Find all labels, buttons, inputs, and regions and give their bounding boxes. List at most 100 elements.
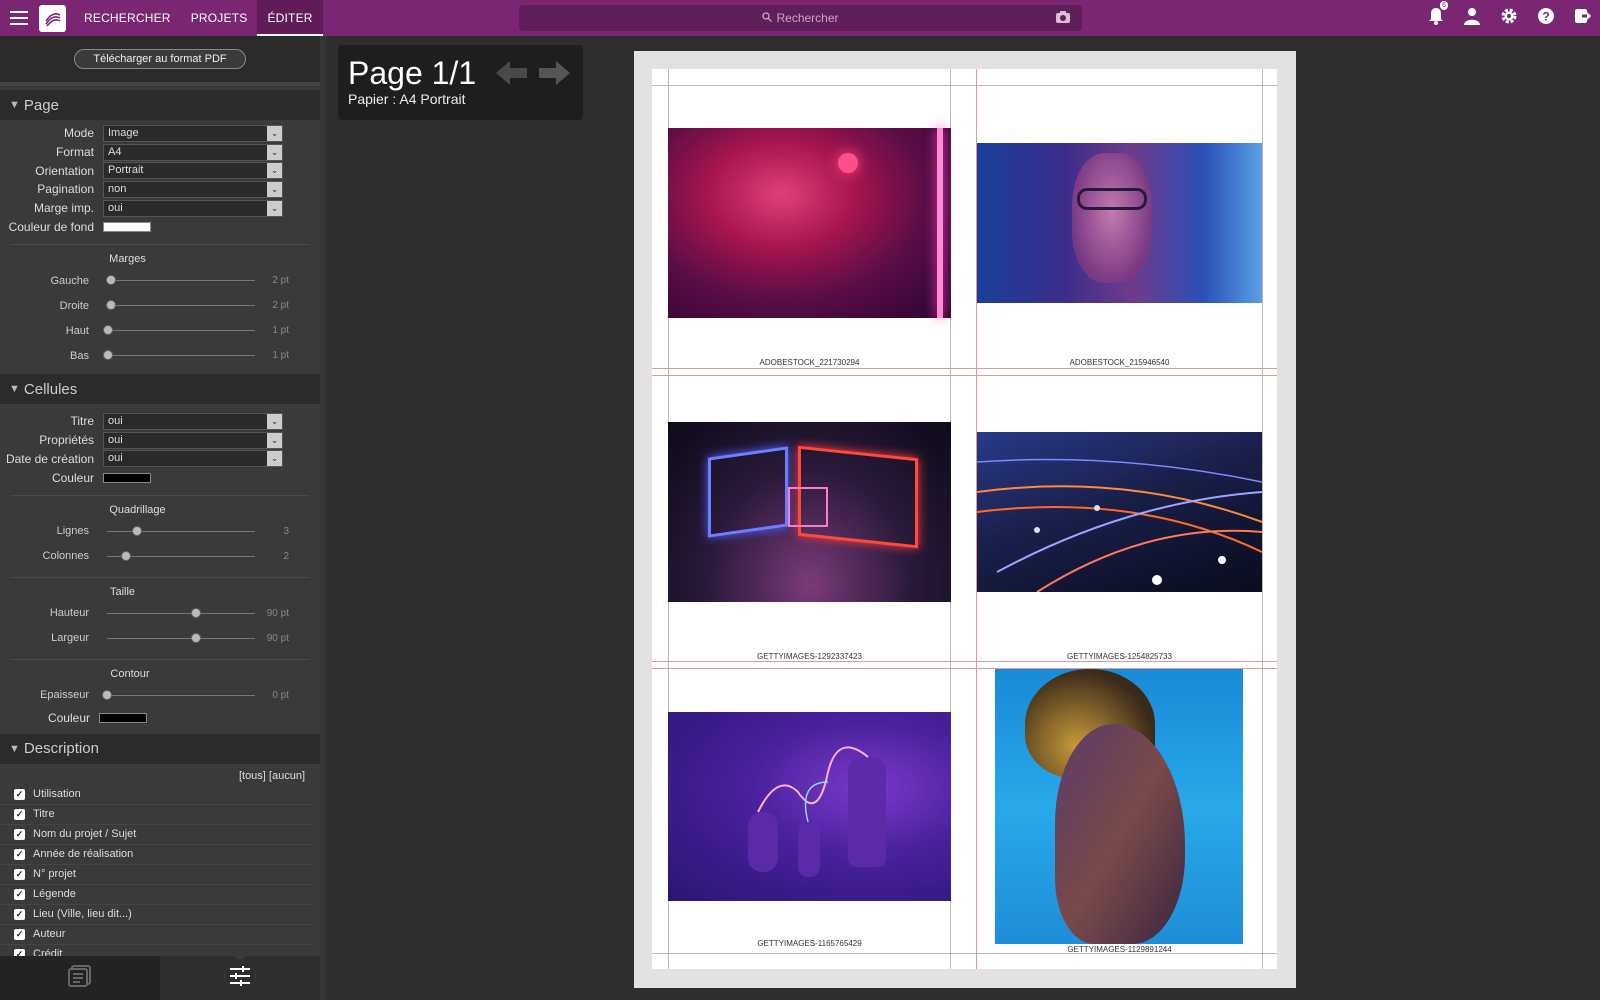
description-item[interactable]: ✓ Année de réalisation xyxy=(0,845,312,865)
photo-caption: ADOBESTOCK_221730294 xyxy=(759,358,860,367)
sidebar-scrollbar[interactable] xyxy=(320,36,326,1000)
description-item[interactable]: ✓ Auteur xyxy=(0,925,312,945)
photo-cell[interactable]: GETTYIMAGES-1254825733 xyxy=(977,376,1262,662)
slider-knob[interactable] xyxy=(190,632,201,643)
logout-icon[interactable] xyxy=(1574,7,1592,30)
pagination-select[interactable]: non ⌄ xyxy=(103,180,283,198)
slider-label: Droite xyxy=(59,299,89,312)
neon-frames-photo xyxy=(668,422,951,602)
slider-knob[interactable] xyxy=(103,350,114,361)
section-description-header[interactable]: ▼ Description xyxy=(0,733,320,764)
user-icon[interactable] xyxy=(1463,7,1481,30)
settings-sidebar: Télécharger au format PDF ▼ Page Mode Ima… xyxy=(0,36,320,1000)
description-item[interactable]: ✓ N° projet xyxy=(0,865,312,885)
border-title: Contour xyxy=(110,667,150,680)
notification-bell-icon[interactable]: 6 xyxy=(1428,0,1448,30)
section-page-header[interactable]: ▼ Page xyxy=(0,90,320,120)
slider-hauteur: Hauteur 90 pt xyxy=(0,601,320,626)
sidebar-tab-bar xyxy=(0,956,320,1000)
checkbox-checked-icon[interactable]: ✓ xyxy=(14,788,25,800)
photo-cell[interactable]: GETTYIMAGES-1292337423 xyxy=(668,376,951,662)
slider-track[interactable] xyxy=(107,550,255,561)
chevron-down-icon: ⌄ xyxy=(267,200,282,216)
slider-lignes: Lignes 3 xyxy=(0,519,320,544)
neon-vases-photo xyxy=(668,712,951,901)
search-icon xyxy=(762,11,773,25)
photo-cell[interactable]: ADOBESTOCK_215946540 xyxy=(977,69,1262,369)
chevron-down-icon: ⌄ xyxy=(267,451,282,467)
menu-icon[interactable] xyxy=(0,0,38,36)
description-item-label: N° projet xyxy=(33,868,76,881)
checkbox-checked-icon[interactable]: ✓ xyxy=(14,888,25,900)
nav-projets[interactable]: PROJETS xyxy=(181,0,258,36)
description-item[interactable]: ✓ Lieu (Ville, lieu dit...) xyxy=(0,905,312,925)
slider-track[interactable] xyxy=(107,607,255,618)
sheet: ADOBESTOCK_221730294 ADOBESTOCK_21594654… xyxy=(652,69,1277,969)
slider-knob[interactable] xyxy=(106,300,117,311)
description-item[interactable]: ✓ Titre xyxy=(0,805,312,825)
field-label: Pagination xyxy=(37,182,94,197)
light-streaks-photo xyxy=(977,432,1262,592)
slider-knob[interactable] xyxy=(131,525,142,536)
arrow-left-icon[interactable] xyxy=(494,59,530,92)
slider-knob[interactable] xyxy=(190,607,201,618)
slider-value: 0 pt xyxy=(272,689,289,701)
help-icon[interactable]: ? xyxy=(1537,7,1555,30)
format-select[interactable]: A4 ⌄ xyxy=(103,143,283,161)
slider-knob[interactable] xyxy=(121,550,132,561)
checkbox-checked-icon[interactable]: ✓ xyxy=(14,928,25,940)
checkbox-checked-icon[interactable]: ✓ xyxy=(14,828,25,840)
titre-select[interactable]: oui ⌄ xyxy=(103,412,283,430)
photo-cell[interactable]: GETTYIMAGES-1165765429 xyxy=(668,669,951,954)
slider-track[interactable] xyxy=(107,525,255,536)
select-value: non xyxy=(108,182,127,195)
mode-select[interactable]: Image ⌄ xyxy=(103,124,283,142)
description-item[interactable]: ✓ Utilisation xyxy=(0,785,312,805)
nav-rechercher[interactable]: RECHERCHER xyxy=(74,0,181,36)
photo-cell[interactable]: ADOBESTOCK_221730294 xyxy=(668,69,951,369)
slider-track[interactable] xyxy=(103,325,255,336)
section-cellules-header[interactable]: ▼ Cellules xyxy=(0,374,320,405)
photo-cell[interactable]: GETTYIMAGES-1129891244 xyxy=(977,669,1262,954)
section-title: Page xyxy=(23,96,59,114)
slider-track[interactable] xyxy=(106,300,255,311)
checkbox-checked-icon[interactable]: ✓ xyxy=(14,808,25,820)
description-item-label: Lieu (Ville, lieu dit...) xyxy=(33,908,132,921)
description-item[interactable]: ✓ Nom du projet / Sujet xyxy=(0,825,312,845)
page-info-panel: Page 1/1 Papier : A4 Portrait xyxy=(338,45,583,120)
nav-editer[interactable]: ÉDITER xyxy=(257,0,323,36)
slider-track[interactable] xyxy=(107,632,255,643)
cell-color-swatch[interactable] xyxy=(103,472,151,483)
select-value: A4 xyxy=(108,145,122,158)
slider-track[interactable] xyxy=(102,689,255,700)
slider-track[interactable] xyxy=(106,275,255,286)
camera-icon[interactable] xyxy=(1056,11,1070,26)
slider-bas: Bas 1 pt xyxy=(0,343,320,368)
proprietes-select[interactable]: oui ⌄ xyxy=(103,431,283,449)
border-color-swatch[interactable] xyxy=(99,712,147,723)
field-mode: Mode Image ⌄ xyxy=(0,124,320,143)
slider-knob[interactable] xyxy=(106,275,117,286)
marge-imp-select[interactable]: oui ⌄ xyxy=(103,199,283,217)
bg-color-swatch[interactable] xyxy=(103,221,151,232)
slider-knob[interactable] xyxy=(103,325,114,336)
search-bar[interactable]: Rechercher xyxy=(519,5,1082,31)
neon-wire-drawing xyxy=(757,746,869,823)
field-pagination: Pagination non ⌄ xyxy=(0,180,320,199)
slider-label: Gauche xyxy=(50,274,89,287)
gear-icon[interactable] xyxy=(1500,7,1518,30)
tab-settings[interactable] xyxy=(160,956,320,1000)
description-item[interactable]: ✓ Légende xyxy=(0,885,312,905)
download-pdf-button[interactable]: Télécharger au format PDF xyxy=(74,49,246,69)
slider-knob[interactable] xyxy=(102,689,112,700)
checkbox-checked-icon[interactable]: ✓ xyxy=(14,848,25,860)
slider-track[interactable] xyxy=(103,350,255,361)
checkbox-checked-icon[interactable]: ✓ xyxy=(14,868,25,880)
checkbox-checked-icon[interactable]: ✓ xyxy=(14,908,25,920)
tab-list[interactable] xyxy=(0,956,160,1000)
orientation-select[interactable]: Portrait ⌄ xyxy=(103,162,283,180)
arrow-right-icon[interactable] xyxy=(536,59,572,92)
select-all-none-links[interactable]: [tous] [aucun] xyxy=(0,770,320,784)
app-logo[interactable] xyxy=(39,4,66,32)
date-creation-select[interactable]: oui ⌄ xyxy=(103,450,283,468)
